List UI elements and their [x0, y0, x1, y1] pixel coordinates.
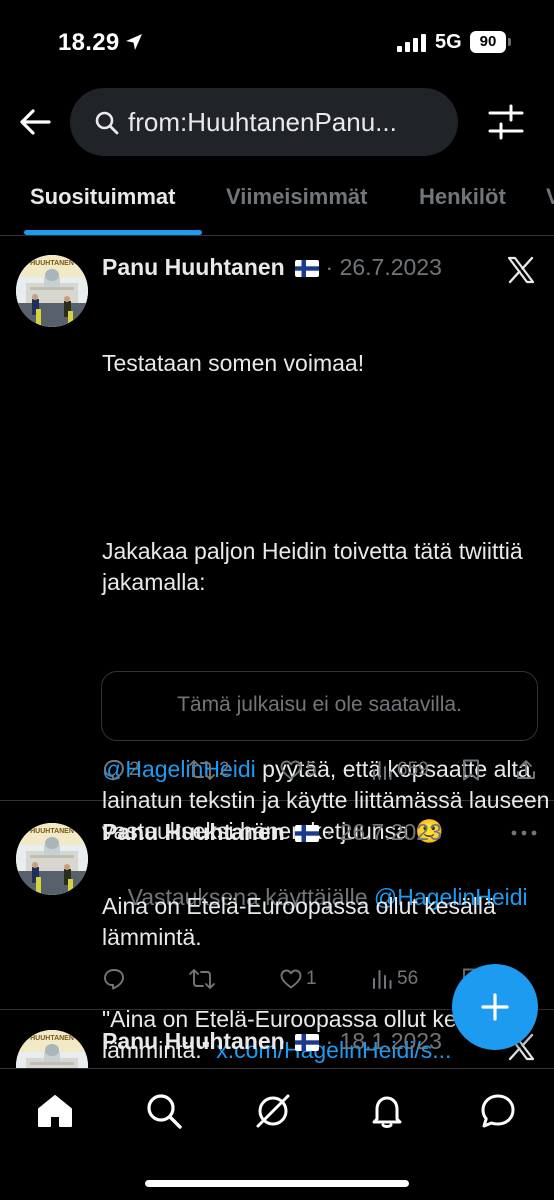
heart-icon	[280, 760, 302, 780]
tweet-header: Panu Huuhtanen · 18.1.2023	[102, 1028, 442, 1055]
avatar-badge-text: HUUHTANEN	[30, 828, 74, 835]
avatar-badge-text: HUUHTANEN	[30, 1035, 74, 1042]
compose-button[interactable]	[452, 964, 538, 1050]
tweet-header: Panu Huuhtanen · 26.7.2023	[102, 254, 442, 281]
views-button[interactable]: 56	[370, 964, 418, 994]
avatar[interactable]: HUUHTANEN	[16, 255, 88, 327]
nav-messages[interactable]	[476, 1089, 520, 1133]
analytics-icon	[373, 970, 392, 989]
battery-indicator: 90	[470, 31, 506, 53]
search-icon	[147, 1094, 182, 1129]
reply-button[interactable]	[102, 964, 129, 994]
like-count: 1	[306, 968, 317, 989]
reply-count: 2	[129, 759, 140, 780]
author-name[interactable]: Panu Huuhtanen	[102, 1028, 285, 1054]
avatar[interactable]: HUUHTANEN	[16, 1030, 88, 1068]
unavailable-text: Tämä julkaisu ei ole saatavilla.	[177, 693, 462, 716]
status-bar: 18.29 5G 90	[0, 0, 554, 86]
bookmark-icon	[463, 759, 479, 781]
repost-count: 2	[219, 759, 230, 780]
tweet-date[interactable]: · 26.7.2023	[326, 819, 442, 845]
finland-flag-icon	[295, 825, 320, 842]
nav-notifications[interactable]	[365, 1089, 409, 1133]
tab-people[interactable]: Henkilöt	[419, 184, 506, 210]
author-name[interactable]: Panu Huuhtanen	[102, 254, 285, 280]
share-button[interactable]	[514, 755, 538, 785]
tweet-date[interactable]: · 26.7.2023	[326, 254, 442, 280]
tweet-actions: 2 2 5 659	[102, 755, 542, 785]
avatar[interactable]: HUUHTANEN	[16, 823, 88, 895]
tab-top[interactable]: Suosituimmat	[30, 184, 175, 210]
tab-latest[interactable]: Viimeisimmät	[226, 184, 367, 210]
arrow-left-icon	[20, 109, 51, 135]
finland-flag-icon	[295, 260, 320, 277]
avatar-badge-text: HUUHTANEN	[30, 260, 74, 267]
battery-cap	[508, 38, 511, 46]
nav-explore[interactable]	[142, 1089, 186, 1133]
home-indicator	[145, 1180, 409, 1187]
reply-icon	[104, 969, 124, 990]
search-tabs: Suosituimmat Viimeisimmät Henkilöt V	[0, 168, 554, 236]
view-count: 56	[397, 968, 419, 989]
analytics-icon	[373, 761, 392, 780]
search-query: from:HuuhtanenPanu...	[128, 107, 397, 137]
search-icon	[95, 111, 119, 135]
bookmark-button[interactable]	[460, 755, 482, 785]
active-tab-indicator	[24, 230, 202, 235]
plus-icon	[481, 993, 509, 1021]
more-options-icon[interactable]	[510, 829, 538, 837]
x-logo-icon	[507, 256, 535, 284]
views-button[interactable]: 659	[370, 755, 429, 785]
location-arrow-icon	[126, 34, 142, 50]
tweet-paragraph: Jakakaa paljon Heidin toivetta tätä twii…	[102, 537, 530, 595]
like-count: 5	[306, 759, 317, 780]
tweet-1[interactable]: HUUHTANEN Panu Huuhtanen · 26.7.2023 Tes…	[0, 237, 554, 1063]
tweet-date[interactable]: · 18.1.2023	[326, 1028, 442, 1054]
tweet-paragraph: Testataan somen voimaa!	[102, 350, 365, 377]
search-filter-button[interactable]	[484, 100, 528, 144]
author-name[interactable]: Panu Huuhtanen	[102, 819, 285, 845]
sliders-icon	[488, 104, 524, 140]
cellular-signal-icon	[397, 34, 426, 52]
finland-flag-icon	[295, 1034, 320, 1051]
unavailable-quote-card: Tämä julkaisu ei ole saatavilla.	[101, 671, 538, 741]
like-button[interactable]: 5	[279, 755, 317, 785]
heart-icon	[280, 969, 302, 989]
nav-grok[interactable]	[251, 1089, 295, 1133]
tweet-text: Aina on Etelä-Euroopassa ollut kesällä l…	[102, 893, 503, 951]
home-icon	[38, 1095, 72, 1127]
nav-home[interactable]	[33, 1089, 77, 1133]
like-button[interactable]: 1	[279, 964, 317, 994]
grok-icon	[256, 1094, 290, 1128]
bell-icon	[372, 1096, 402, 1128]
view-count: 659	[397, 759, 429, 780]
repost-icon	[189, 760, 215, 780]
share-icon	[517, 760, 535, 779]
status-time: 18.29	[58, 29, 120, 56]
tab-next[interactable]: V	[546, 184, 554, 210]
reply-icon	[104, 760, 124, 781]
reply-button[interactable]: 2	[102, 755, 140, 785]
back-button[interactable]	[14, 100, 56, 144]
network-type: 5G	[435, 31, 462, 53]
tweet-header: Panu Huuhtanen · 26.7.2023	[102, 819, 442, 846]
repost-button[interactable]	[188, 964, 219, 994]
repost-icon	[189, 969, 215, 989]
repost-button[interactable]: 2	[188, 755, 230, 785]
chat-bubble-icon	[481, 1094, 515, 1128]
search-input[interactable]: from:HuuhtanenPanu...	[70, 88, 458, 156]
